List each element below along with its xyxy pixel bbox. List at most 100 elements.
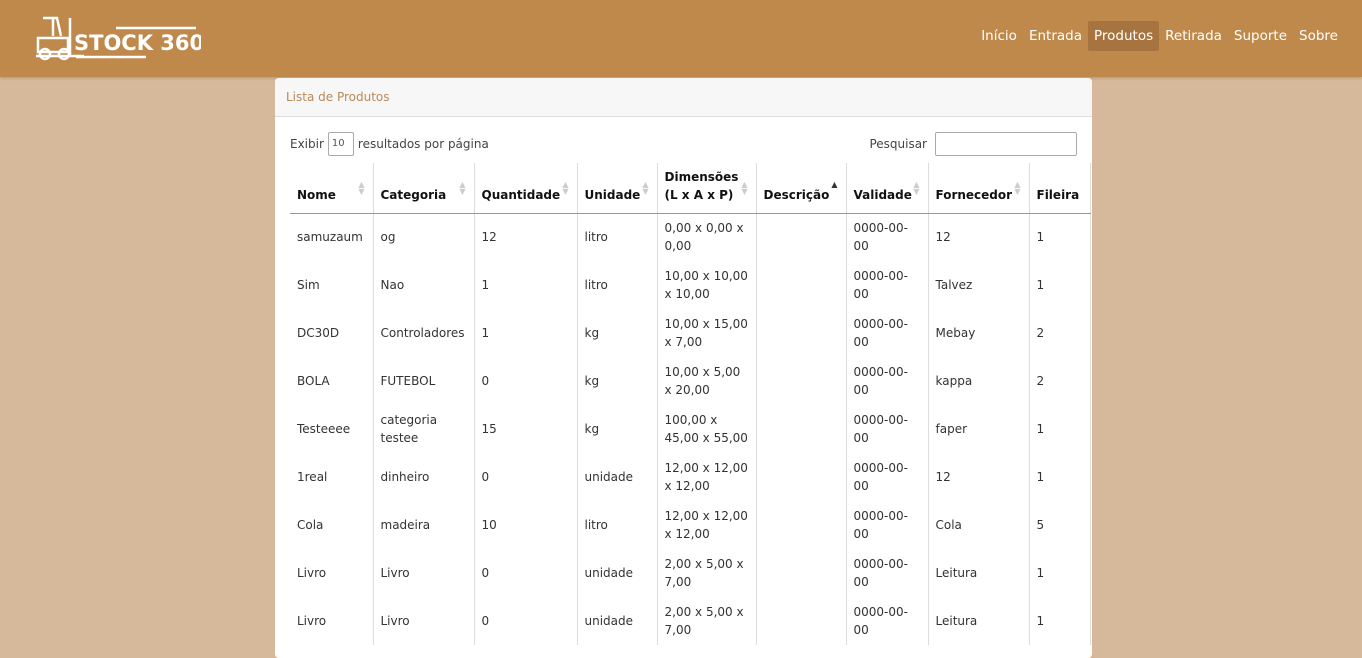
column-header-label: Dimensões (L x A x P)	[664, 169, 739, 202]
column-header-label: Nome	[297, 187, 336, 202]
stock360-logo[interactable]: STOCK 360	[36, 16, 204, 66]
table-row[interactable]: Sim Nao 1 litro 10,00 x 10,00 x 10,00 0000-00…	[290, 261, 1091, 309]
nav-sobre[interactable]: Sobre	[1293, 21, 1344, 51]
table-cell: 15	[474, 405, 578, 453]
table-cell	[756, 549, 847, 597]
table-cell: faper	[928, 405, 1030, 453]
table-cell: 0000-00-00	[846, 261, 929, 309]
search-label: Pesquisar	[869, 137, 927, 151]
table-cell: FUTEBOL	[373, 357, 475, 405]
table-cell	[756, 261, 847, 309]
table-cell: 10,00 x 10,00 x 10,00	[657, 261, 757, 309]
nav-produtos[interactable]: Produtos	[1087, 21, 1160, 51]
table-cell: unidade	[577, 549, 658, 597]
column-header-label: Quantidade	[481, 187, 561, 202]
sort-icon: ▲ ▼	[1014, 180, 1021, 196]
table-cell: 2	[1029, 357, 1091, 405]
table-cell: og	[373, 213, 475, 261]
sort-icon: ▲ ▼	[459, 180, 466, 196]
column-header[interactable]: Fileira	[1029, 163, 1091, 214]
nav-entrada[interactable]: Entrada	[1023, 21, 1088, 51]
table-row[interactable]: Cola madeira 10 litro 12,00 x 12,00 x 12,00 0…	[290, 501, 1091, 549]
table-cell	[756, 405, 847, 453]
sort-icon: ▲ ▼	[913, 180, 920, 196]
column-header[interactable]: Quantidade ▲ ▼	[474, 163, 578, 214]
page-length-control: Exibir 10 resultados por página	[290, 132, 489, 156]
products-card: Lista de Produtos Exibir 10 resultados p…	[275, 78, 1092, 658]
table-row[interactable]: DC30D Controladores 1 kg 10,00 x 15,00 x 7,0…	[290, 309, 1091, 357]
table-row[interactable]: Livro Livro 0 unidade 2,00 x 5,00 x 7,00 0000…	[290, 597, 1091, 645]
table-row[interactable]: samuzaum og 12 litro 0,00 x 0,00 x 0,00 0000-…	[290, 213, 1091, 261]
column-header[interactable]: Categoria ▲ ▼	[373, 163, 475, 214]
table-cell: kappa	[928, 357, 1030, 405]
table-cell: 0000-00-00	[846, 453, 929, 501]
table-cell: 10,00 x 15,00 x 7,00	[657, 309, 757, 357]
table-cell: 1	[1029, 213, 1091, 261]
table-cell: 0000-00-00	[846, 213, 929, 261]
table-cell: 1	[474, 309, 578, 357]
column-header[interactable]: Descrição ▲	[756, 163, 847, 214]
table-cell: 12	[928, 453, 1030, 501]
table-cell: 0	[474, 549, 578, 597]
table-row[interactable]: Testeeee categoria testee 15 kg 100,00 x 45,…	[290, 405, 1091, 453]
table-row[interactable]: BOLA FUTEBOL 0 kg 10,00 x 5,00 x 20,00 0000-0…	[290, 357, 1091, 405]
navbar: STOCK 360 Início Entrada Produtos Retirada S…	[0, 0, 1362, 77]
search-control: Pesquisar	[869, 132, 1077, 156]
column-header[interactable]: Validade ▲ ▼	[846, 163, 929, 214]
table-row[interactable]: Livro Livro 0 unidade 2,00 x 5,00 x 7,00 0000…	[290, 549, 1091, 597]
table-cell: 2	[1029, 309, 1091, 357]
table-cell: Leitura	[928, 597, 1030, 645]
table-cell	[756, 213, 847, 261]
table-cell: 0	[474, 597, 578, 645]
table-cell: 1real	[290, 453, 374, 501]
table-cell: 0000-00-00	[846, 549, 929, 597]
nav-inicio[interactable]: Início	[975, 21, 1023, 51]
table-cell: 12,00 x 12,00 x 12,00	[657, 453, 757, 501]
table-cell: BOLA	[290, 357, 374, 405]
nav-retirada[interactable]: Retirada	[1159, 21, 1228, 51]
column-header[interactable]: Nome ▲ ▼	[290, 163, 374, 214]
column-header[interactable]: Unidade ▲ ▼	[577, 163, 658, 214]
card-title: Lista de Produtos	[275, 78, 1092, 117]
table-cell: DC30D	[290, 309, 374, 357]
table-cell: Testeeee	[290, 405, 374, 453]
nav-menu: Início Entrada Produtos Retirada Suporte Sobr…	[975, 21, 1344, 51]
table-cell: Leitura	[928, 549, 1030, 597]
table-cell: 0000-00-00	[846, 501, 929, 549]
table-cell: 10,00 x 5,00 x 20,00	[657, 357, 757, 405]
svg-text:STOCK 360: STOCK 360	[74, 31, 201, 55]
page-length-select[interactable]: 10	[327, 132, 354, 156]
table-cell: samuzaum	[290, 213, 374, 261]
sort-icon: ▲ ▼	[642, 180, 649, 196]
table-cell: Sim	[290, 261, 374, 309]
table-cell: 100,00 x 45,00 x 55,00	[657, 405, 757, 453]
table-cell: 2,00 x 5,00 x 7,00	[657, 597, 757, 645]
table-cell: kg	[577, 405, 658, 453]
column-header[interactable]: Fornecedor ▲ ▼	[928, 163, 1030, 214]
table-cell: Cola	[290, 501, 374, 549]
table-cell	[756, 501, 847, 549]
table-cell: 2,00 x 5,00 x 7,00	[657, 549, 757, 597]
table-cell: 1	[1029, 261, 1091, 309]
table-cell: Livro	[373, 549, 475, 597]
sort-icon: ▲ ▼	[358, 180, 365, 196]
table-cell: litro	[577, 261, 658, 309]
table-cell: 12	[928, 213, 1030, 261]
table-cell: 10	[474, 501, 578, 549]
table-cell: Cola	[928, 501, 1030, 549]
search-input[interactable]	[935, 132, 1077, 156]
table-cell: 0000-00-00	[846, 405, 929, 453]
table-cell: 0	[474, 357, 578, 405]
table-row[interactable]: 1real dinheiro 0 unidade 12,00 x 12,00 x 12,…	[290, 453, 1091, 501]
table-cell: unidade	[577, 453, 658, 501]
show-suffix-label: resultados por página	[357, 137, 489, 151]
table-cell: 5	[1029, 501, 1091, 549]
column-header-label: Fornecedor	[935, 187, 1013, 202]
table-cell: madeira	[373, 501, 475, 549]
nav-suporte[interactable]: Suporte	[1228, 21, 1293, 51]
table-cell: 1	[1029, 405, 1091, 453]
table-cell: 0000-00-00	[846, 357, 929, 405]
table-cell: kg	[577, 309, 658, 357]
column-header-label: Fileira	[1036, 187, 1080, 202]
column-header[interactable]: Dimensões (L x A x P) ▲ ▼	[657, 163, 757, 214]
